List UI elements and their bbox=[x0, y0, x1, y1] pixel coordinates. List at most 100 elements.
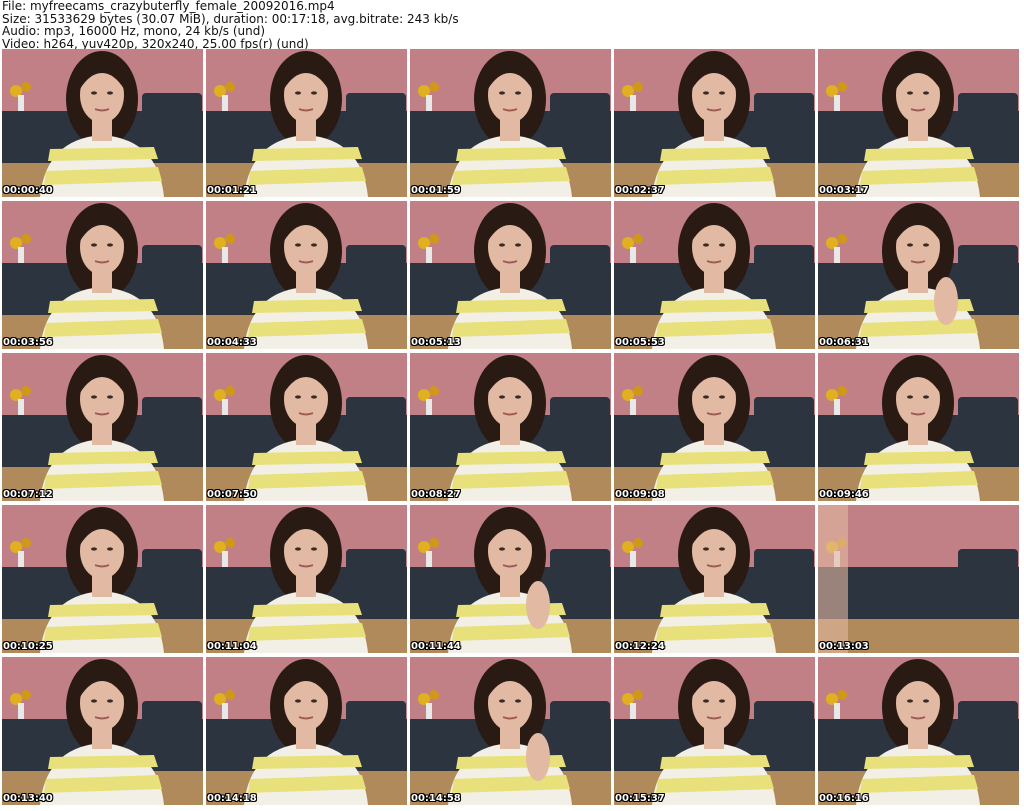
video-frame-thumbnail[interactable]: 00:13:03 bbox=[818, 505, 1019, 653]
flower bbox=[429, 690, 439, 700]
video-frame-thumbnail[interactable]: 00:01:21 bbox=[206, 49, 407, 197]
sofa-back bbox=[142, 549, 202, 579]
eye bbox=[515, 91, 521, 95]
eye bbox=[107, 395, 113, 399]
sofa-back bbox=[550, 93, 610, 123]
video-frame-thumbnail[interactable]: 00:07:12 bbox=[2, 353, 203, 501]
sofa-back bbox=[754, 397, 814, 427]
vase bbox=[630, 247, 636, 263]
vase bbox=[834, 247, 840, 263]
sofa-back bbox=[346, 245, 406, 275]
vase bbox=[630, 703, 636, 719]
flower bbox=[225, 82, 235, 92]
shirt-stripe bbox=[660, 147, 770, 161]
hand bbox=[526, 581, 550, 629]
eye bbox=[923, 243, 929, 247]
video-frame-thumbnail[interactable]: 00:04:33 bbox=[206, 201, 407, 349]
sofa-back bbox=[958, 93, 1018, 123]
video-frame-thumbnail[interactable]: 00:14:18 bbox=[206, 657, 407, 805]
flower bbox=[429, 82, 439, 92]
frame-timestamp: 00:13:03 bbox=[819, 641, 869, 652]
video-frame-thumbnail[interactable]: 00:15:37 bbox=[614, 657, 815, 805]
vase bbox=[222, 95, 228, 111]
frame-image bbox=[206, 353, 407, 501]
flower bbox=[21, 234, 31, 244]
video-frame-thumbnail[interactable]: 00:03:17 bbox=[818, 49, 1019, 197]
frame-image bbox=[614, 657, 815, 805]
eye bbox=[311, 243, 317, 247]
frame-timestamp: 00:02:37 bbox=[615, 185, 665, 196]
video-frame-thumbnail[interactable]: 00:03:56 bbox=[2, 201, 203, 349]
frame-image bbox=[614, 353, 815, 501]
eye bbox=[499, 91, 505, 95]
sofa-back bbox=[346, 701, 406, 731]
frame-timestamp: 00:00:40 bbox=[3, 185, 53, 196]
flower bbox=[633, 82, 643, 92]
frame-timestamp: 00:11:44 bbox=[411, 641, 461, 652]
video-frame-thumbnail[interactable]: 00:11:44 bbox=[410, 505, 611, 653]
video-frame-thumbnail[interactable]: 00:16:16 bbox=[818, 657, 1019, 805]
eye bbox=[515, 243, 521, 247]
video-frame-thumbnail[interactable]: 00:09:46 bbox=[818, 353, 1019, 501]
frame-image bbox=[614, 49, 815, 197]
vase bbox=[222, 399, 228, 415]
video-frame-thumbnail[interactable]: 00:12:24 bbox=[614, 505, 815, 653]
eye bbox=[499, 243, 505, 247]
video-frame-thumbnail[interactable]: 00:10:25 bbox=[2, 505, 203, 653]
flower bbox=[21, 538, 31, 548]
eye bbox=[499, 395, 505, 399]
vase bbox=[18, 399, 24, 415]
flower bbox=[633, 386, 643, 396]
video-frame-thumbnail[interactable]: 00:13:40 bbox=[2, 657, 203, 805]
eye bbox=[311, 395, 317, 399]
eye bbox=[107, 547, 113, 551]
video-frame-thumbnail[interactable]: 00:14:58 bbox=[410, 657, 611, 805]
video-frame-thumbnail[interactable]: 00:11:04 bbox=[206, 505, 407, 653]
eye bbox=[499, 547, 505, 551]
video-frame-thumbnail[interactable]: 00:00:40 bbox=[2, 49, 203, 197]
frame-image bbox=[206, 201, 407, 349]
flower bbox=[429, 538, 439, 548]
shirt-stripe bbox=[252, 451, 362, 465]
video-frame-thumbnail[interactable]: 00:05:13 bbox=[410, 201, 611, 349]
hand bbox=[526, 733, 550, 781]
eye bbox=[515, 547, 521, 551]
video-frame-thumbnail[interactable]: 00:02:37 bbox=[614, 49, 815, 197]
eye bbox=[91, 243, 97, 247]
video-frame-thumbnail[interactable]: 00:05:53 bbox=[614, 201, 815, 349]
frame-image bbox=[2, 353, 203, 501]
shirt-stripe bbox=[48, 603, 158, 617]
eye bbox=[311, 699, 317, 703]
shirt-stripe bbox=[660, 299, 770, 313]
flower bbox=[633, 690, 643, 700]
video-frame-thumbnail[interactable]: 00:06:31 bbox=[818, 201, 1019, 349]
eye bbox=[719, 243, 725, 247]
video-frame-thumbnail[interactable]: 00:08:27 bbox=[410, 353, 611, 501]
frame-image bbox=[2, 49, 203, 197]
sofa-back bbox=[346, 93, 406, 123]
sofa-back bbox=[142, 701, 202, 731]
shirt-stripe bbox=[252, 603, 362, 617]
video-frame-thumbnail[interactable]: 00:09:08 bbox=[614, 353, 815, 501]
flower bbox=[633, 538, 643, 548]
blurred-figure bbox=[818, 505, 848, 653]
frame-timestamp: 00:10:25 bbox=[3, 641, 53, 652]
eye bbox=[719, 395, 725, 399]
vase bbox=[426, 551, 432, 567]
eye bbox=[907, 91, 913, 95]
sofa-back bbox=[346, 397, 406, 427]
vase bbox=[426, 399, 432, 415]
vase bbox=[222, 703, 228, 719]
frame-image bbox=[2, 505, 203, 653]
flower bbox=[21, 82, 31, 92]
frame-timestamp: 00:16:16 bbox=[819, 793, 869, 804]
eye bbox=[107, 243, 113, 247]
sofa-back bbox=[754, 701, 814, 731]
video-frame-thumbnail[interactable]: 00:01:59 bbox=[410, 49, 611, 197]
shirt-stripe bbox=[660, 603, 770, 617]
video-frame-thumbnail[interactable]: 00:07:50 bbox=[206, 353, 407, 501]
shirt-stripe bbox=[252, 147, 362, 161]
shirt-stripe bbox=[660, 451, 770, 465]
sofa-back bbox=[550, 245, 610, 275]
eye bbox=[703, 547, 709, 551]
